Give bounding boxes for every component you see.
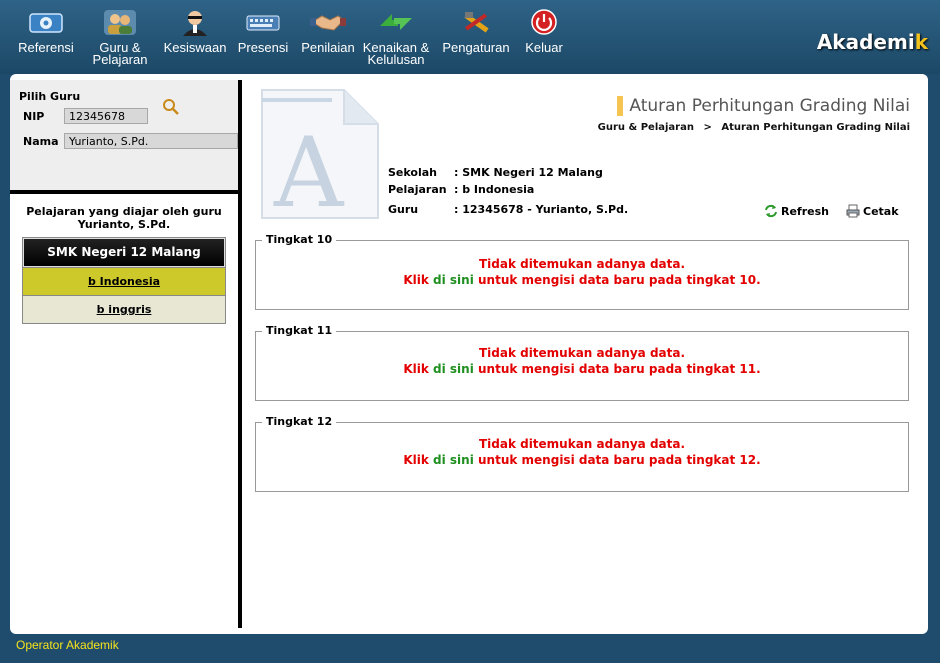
referensi-icon xyxy=(29,13,63,33)
tools-icon xyxy=(464,12,489,33)
nama-field[interactable]: Yurianto, S.Pd. xyxy=(64,133,238,149)
power-icon xyxy=(531,9,557,35)
teachers-icon xyxy=(104,10,136,35)
select-teacher-heading: Pilih Guru xyxy=(19,90,81,103)
level-box-10: Tingkat 10 Tidak ditemukan adanya data. … xyxy=(255,233,909,310)
print-icon xyxy=(846,204,860,218)
nav-kesiswaan[interactable]: Kesiswaan xyxy=(162,8,228,54)
nama-label: Nama xyxy=(23,135,59,148)
refresh-icon xyxy=(765,204,777,218)
attendance-icon xyxy=(246,15,280,31)
level-legend: Tingkat 10 xyxy=(262,233,337,246)
level-legend: Tingkat 11 xyxy=(262,324,337,337)
add-data-prompt: Klik di sini untuk mengisi data baru pad… xyxy=(403,453,761,467)
svg-text:A: A xyxy=(273,117,345,222)
nav-kenaikan-kelulusan[interactable]: Kenaikan & Kelulusan xyxy=(360,8,432,66)
document-watermark-image: A xyxy=(261,89,379,222)
subject-item[interactable]: b inggris xyxy=(23,295,225,323)
select-teacher-box: Pilih Guru NIP 12345678 Nama Yurianto, S… xyxy=(10,80,238,194)
status-footer: Operator Akademik xyxy=(16,638,119,652)
level-box-12: Tingkat 12 Tidak ditemukan adanya data. … xyxy=(255,415,909,492)
page-title: Aturan Perhitungan Grading Nilai xyxy=(617,96,910,116)
student-icon xyxy=(183,11,207,36)
breadcrumb-current: Aturan Perhitungan Grading Nilai xyxy=(721,122,910,133)
info-guru: Guru: 12345678 - Yurianto, S.Pd. xyxy=(388,203,629,216)
nip-field[interactable]: 12345678 xyxy=(64,108,148,124)
add-data-prompt: Klik di sini untuk mengisi data baru pad… xyxy=(403,273,761,287)
breadcrumb: Guru & Pelajaran > Aturan Perhitungan Gr… xyxy=(598,122,910,133)
subjects-taught-title: Pelajaran yang diajar oleh guru Yurianto… xyxy=(26,205,222,231)
info-pelajaran: Pelajaran: b Indonesia xyxy=(388,183,535,196)
empty-message: Tidak ditemukan adanya data. xyxy=(478,346,686,360)
subject-item-selected[interactable]: b Indonesia xyxy=(23,267,225,295)
level-legend: Tingkat 12 xyxy=(262,415,337,428)
add-data-link[interactable]: di sini xyxy=(433,453,474,467)
handshake-icon xyxy=(310,15,346,31)
add-data-link[interactable]: di sini xyxy=(433,273,474,287)
add-data-prompt: Klik di sini untuk mengisi data baru pad… xyxy=(403,362,761,376)
top-navigation-bar: Referensi Guru & Pelajaran Kesiswaan Pre… xyxy=(0,0,940,74)
main-content-area: Pilih Guru NIP 12345678 Nama Yurianto, S… xyxy=(10,74,928,634)
nav-presensi[interactable]: Presensi xyxy=(236,8,290,54)
nav-keluar[interactable]: Keluar xyxy=(518,8,570,54)
refresh-button[interactable]: Refresh xyxy=(764,204,829,218)
breadcrumb-parent[interactable]: Guru & Pelajaran xyxy=(598,122,694,133)
nip-label: NIP xyxy=(23,110,45,123)
empty-message: Tidak ditemukan adanya data. xyxy=(478,437,686,451)
info-sekolah: Sekolah: SMK Negeri 12 Malang xyxy=(388,166,603,179)
level-box-11: Tingkat 11 Tidak ditemukan adanya data. … xyxy=(255,324,909,401)
arrows-exchange-icon xyxy=(380,14,412,30)
empty-message: Tidak ditemukan adanya data. xyxy=(478,257,686,271)
subject-list: SMK Negeri 12 Malang b Indonesia b inggr… xyxy=(22,237,226,324)
app-brand: Akademik xyxy=(816,30,928,54)
nav-guru-pelajaran[interactable]: Guru & Pelajaran xyxy=(90,8,150,66)
nav-penilaian[interactable]: Penilaian xyxy=(300,8,356,54)
search-icon[interactable] xyxy=(162,98,180,116)
add-data-link[interactable]: di sini xyxy=(433,362,474,376)
left-panel: Pilih Guru NIP 12345678 Nama Yurianto, S… xyxy=(10,80,242,628)
nav-pengaturan[interactable]: Pengaturan xyxy=(440,8,512,54)
breadcrumb-separator: > xyxy=(703,122,712,133)
nav-referensi[interactable]: Referensi xyxy=(16,8,76,54)
print-button[interactable]: Cetak xyxy=(846,204,899,218)
school-header: SMK Negeri 12 Malang xyxy=(23,238,225,267)
